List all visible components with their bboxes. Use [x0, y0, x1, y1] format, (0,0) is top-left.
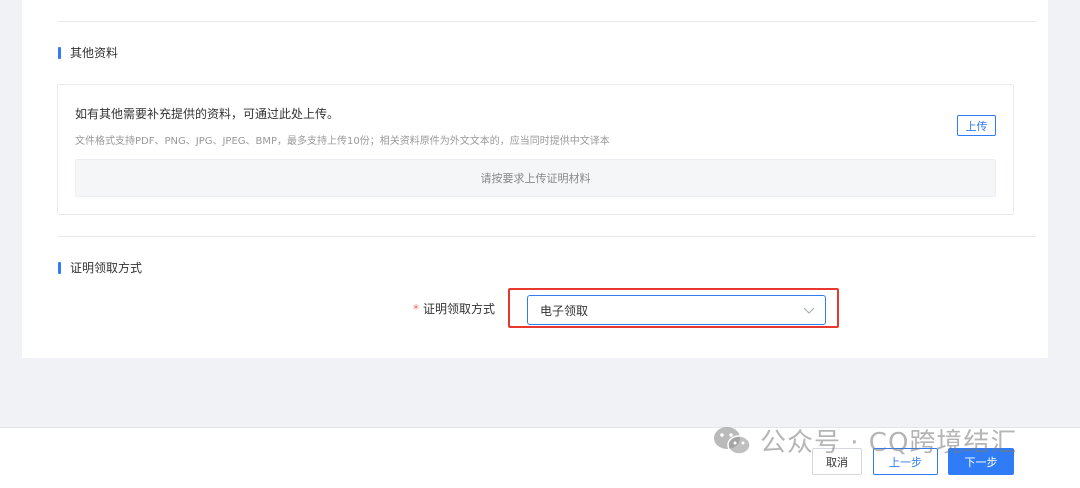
section-title-text: 证明领取方式	[70, 261, 143, 275]
form-card: 其他资料 如有其他需要补充提供的资料，可通过此处上传。 文件格式支持PDF、PN…	[22, 0, 1048, 358]
section-title-other-materials: 其他资料	[58, 44, 118, 61]
required-mark: *	[412, 302, 419, 316]
section-accent-bar	[58, 261, 61, 274]
divider	[58, 21, 1036, 22]
upload-button[interactable]: 上传	[957, 115, 996, 136]
chevron-down-icon	[803, 307, 815, 314]
divider	[58, 236, 1036, 237]
cancel-button[interactable]: 取消	[812, 448, 862, 475]
drop-area-placeholder: 请按要求上传证明材料	[480, 172, 591, 185]
certificate-method-row: * 证明领取方式 电子领取	[22, 288, 1048, 332]
certificate-method-label: * 证明领取方式	[413, 300, 495, 317]
next-step-button[interactable]: 下一步	[948, 448, 1014, 475]
upload-format-hint: 文件格式支持PDF、PNG、JPG、JPEG、BMP，最多支持上传10份；相关资…	[75, 136, 610, 147]
certificate-method-select[interactable]: 电子领取	[527, 295, 826, 325]
prev-step-button[interactable]: 上一步	[873, 448, 938, 475]
upload-drop-area[interactable]: 请按要求上传证明材料	[75, 159, 996, 197]
select-value: 电子领取	[540, 303, 589, 318]
upload-instructions: 如有其他需要补充提供的资料，可通过此处上传。	[75, 107, 340, 121]
field-label-text: 证明领取方式	[422, 302, 495, 316]
section-accent-bar	[58, 46, 61, 59]
upload-panel: 如有其他需要补充提供的资料，可通过此处上传。 文件格式支持PDF、PNG、JPG…	[57, 84, 1014, 215]
section-title-certificate-method: 证明领取方式	[58, 259, 142, 276]
footer-bar: 取消 上一步 下一步	[0, 427, 1080, 488]
section-title-text: 其他资料	[70, 46, 119, 60]
